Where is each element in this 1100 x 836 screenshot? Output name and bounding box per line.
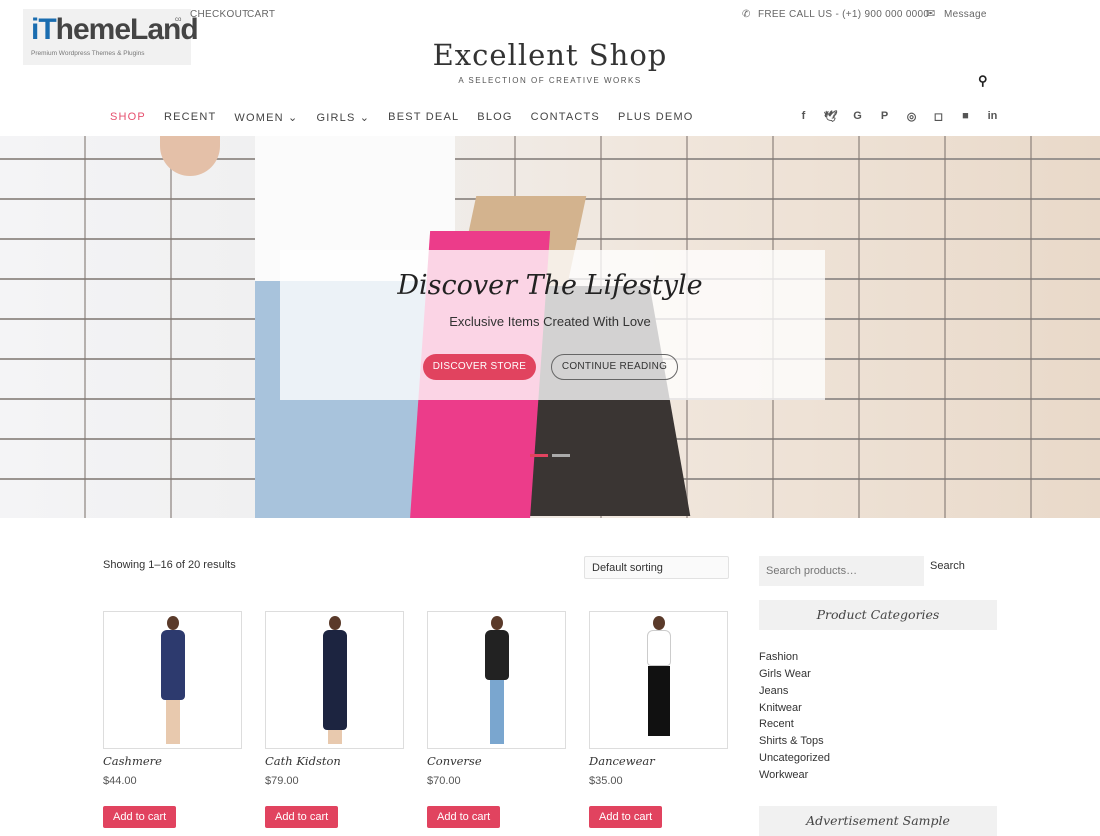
category-link[interactable]: Workwear: [759, 769, 808, 781]
widget-title-advertisement: Advertisement Sample: [759, 806, 997, 836]
phone-text: FREE CALL US - (+1) 900 000 0000: [758, 9, 930, 20]
nav-item-recent[interactable]: RECENT: [164, 111, 216, 124]
social-links: f 🕊 G P ◎ ◻ ■ in: [790, 110, 1006, 123]
nav-item-plus-demo[interactable]: PLUS DEMO: [618, 111, 694, 124]
search-icon[interactable]: ⚲: [978, 73, 988, 89]
product-name[interactable]: Cath Kidston: [265, 754, 341, 768]
product-name[interactable]: Dancewear: [589, 754, 655, 768]
slider-dot-2[interactable]: [552, 454, 570, 457]
dribbble-icon[interactable]: ◎: [898, 110, 925, 123]
message-link[interactable]: Message: [944, 9, 987, 20]
category-link[interactable]: Uncategorized: [759, 752, 830, 764]
hero-title: Discover The Lifestyle: [397, 270, 703, 301]
nav-item-best-deal[interactable]: BEST DEAL: [388, 111, 459, 124]
category-link[interactable]: Knitwear: [759, 702, 802, 714]
hero-subtitle: Exclusive Items Created With Love: [449, 314, 651, 329]
nav-item-girls[interactable]: GIRLS ⌄: [316, 111, 370, 124]
instagram-icon[interactable]: ◻: [925, 110, 952, 123]
product-search-input[interactable]: [759, 556, 924, 586]
flickr-icon[interactable]: ■: [952, 110, 979, 123]
envelope-icon: ✉: [926, 8, 936, 20]
checkout-link[interactable]: CHECKOUT: [190, 9, 249, 20]
sort-select[interactable]: Default sorting: [584, 556, 729, 579]
linkedin-icon[interactable]: in: [979, 110, 1006, 123]
twitter-icon[interactable]: 🕊: [817, 110, 844, 123]
google-plus-icon[interactable]: G: [844, 110, 871, 123]
site-title[interactable]: Excellent Shop: [0, 38, 1100, 72]
product-image-cashmere[interactable]: [103, 611, 242, 749]
logo-co: co: [175, 17, 182, 23]
product-price: $79.00: [265, 775, 299, 787]
nav-item-women[interactable]: WOMEN ⌄: [234, 111, 298, 124]
category-link[interactable]: Jeans: [759, 685, 788, 697]
search-button[interactable]: Search: [930, 560, 965, 572]
product-price: $44.00: [103, 775, 137, 787]
slider-dot-1[interactable]: [530, 454, 548, 457]
continue-reading-button[interactable]: CONTINUE READING: [551, 354, 678, 380]
category-link[interactable]: Fashion: [759, 651, 798, 663]
product-price: $35.00: [589, 775, 623, 787]
product-price: $70.00: [427, 775, 461, 787]
facebook-icon[interactable]: f: [790, 110, 817, 123]
product-image-cath-kidston[interactable]: [265, 611, 404, 749]
site-tagline: A SELECTION OF CREATIVE WORKS: [458, 76, 642, 85]
product-image-dancewear[interactable]: [589, 611, 728, 749]
results-count: Showing 1–16 of 20 results: [103, 559, 236, 571]
pinterest-icon[interactable]: P: [871, 110, 898, 123]
nav-item-shop[interactable]: SHOP: [110, 111, 146, 124]
widget-title-categories: Product Categories: [759, 600, 997, 630]
phone-icon: ✆: [742, 9, 751, 20]
discover-store-button[interactable]: DISCOVER STORE: [423, 354, 536, 380]
product-name[interactable]: Cashmere: [103, 754, 162, 768]
category-link[interactable]: Shirts & Tops: [759, 735, 824, 747]
nav-item-contacts[interactable]: CONTACTS: [531, 111, 600, 124]
nav-item-blog[interactable]: BLOG: [477, 111, 512, 124]
product-image-converse[interactable]: [427, 611, 566, 749]
category-link[interactable]: Recent: [759, 718, 794, 730]
product-name[interactable]: Converse: [427, 754, 482, 768]
main-nav: SHOP RECENT WOMEN ⌄ GIRLS ⌄ BEST DEAL BL…: [110, 111, 712, 124]
cart-link[interactable]: CART: [247, 9, 275, 20]
category-link[interactable]: Girls Wear: [759, 668, 811, 680]
